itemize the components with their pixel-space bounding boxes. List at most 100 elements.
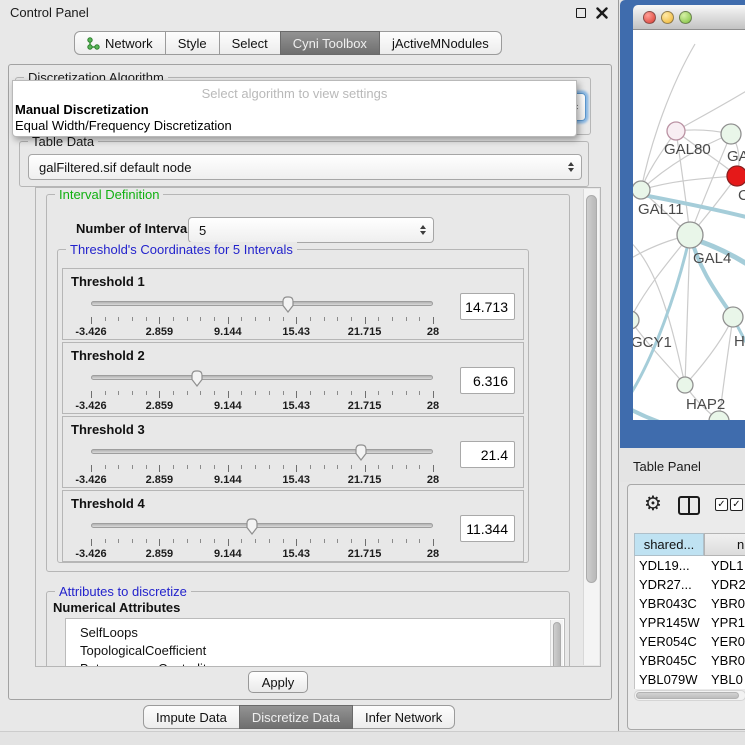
bottom-tab-impute-data[interactable]: Impute Data: [143, 705, 240, 729]
minor-tick: [269, 465, 270, 469]
threshold-slider: -3.4262.8599.14415.4321.71528: [91, 517, 433, 557]
tick-label: 15.43: [282, 474, 310, 486]
network-edge[interactable]: [633, 240, 685, 385]
tab-style[interactable]: Style: [165, 31, 220, 55]
checkbox-icon[interactable]: ✓: [730, 498, 743, 511]
cell-name: YDL1: [711, 558, 744, 573]
numerical-attributes-list[interactable]: SelfLoops TopologicalCoefficient Betweenne…: [65, 618, 565, 667]
minor-tick: [105, 391, 106, 395]
columns-icon[interactable]: [678, 496, 700, 515]
network-node[interactable]: [667, 122, 685, 140]
network-node-label: GCY1: [633, 334, 672, 351]
network-node[interactable]: [633, 311, 639, 329]
major-tick: [228, 539, 229, 546]
minor-tick: [187, 391, 188, 395]
network-window-titlebar[interactable]: [633, 5, 745, 30]
major-tick: [433, 391, 434, 398]
table-row[interactable]: YBR045CYBR0: [635, 651, 745, 670]
major-tick: [365, 465, 366, 472]
number-of-intervals-combobox[interactable]: 5: [188, 217, 434, 243]
minor-tick: [105, 317, 106, 321]
algorithm-option[interactable]: Manual Discretization: [15, 102, 567, 117]
minor-tick: [392, 539, 393, 543]
group-title-attributes: Attributes to discretize: [55, 584, 191, 599]
close-traffic-light-icon[interactable]: [643, 11, 656, 24]
minor-tick: [269, 317, 270, 321]
slider-track[interactable]: [91, 523, 433, 528]
slider-thumb[interactable]: [189, 369, 205, 388]
apply-button[interactable]: Apply: [248, 671, 308, 693]
gear-icon[interactable]: ⚙: [644, 493, 662, 515]
network-node[interactable]: [721, 124, 741, 144]
table-horizontal-scrollbar[interactable]: [634, 690, 745, 701]
threshold-value-field[interactable]: [460, 367, 515, 394]
attribute-list-item[interactable]: BetweennessCentrality: [80, 661, 213, 667]
attributes-list-scrollbar[interactable]: [550, 620, 563, 667]
threshold-value-field[interactable]: [460, 441, 515, 468]
major-tick: [91, 391, 92, 398]
attribute-list-item[interactable]: TopologicalCoefficient: [80, 643, 206, 658]
minor-tick: [173, 391, 174, 395]
network-edge-thick[interactable]: [633, 408, 665, 420]
table-panel-header: Table Panel: [620, 448, 745, 482]
table-row[interactable]: YDR27...YDR2: [635, 575, 745, 594]
network-edge[interactable]: [641, 131, 676, 190]
network-node[interactable]: [677, 222, 703, 248]
network-node[interactable]: [727, 166, 745, 186]
attribute-list-item[interactable]: SelfLoops: [80, 625, 138, 640]
table-row[interactable]: YER054CYER0: [635, 632, 745, 651]
minor-tick: [146, 391, 147, 395]
tick-label: 9.144: [214, 548, 242, 560]
cell-shared-name: YBR045C: [639, 653, 697, 668]
minor-tick: [105, 465, 106, 469]
network-canvas[interactable]: GAL80GACGAL11GAL4GCY1HHAP2: [633, 30, 745, 420]
bottom-tab-discretize-data[interactable]: Discretize Data: [239, 705, 353, 729]
cell-shared-name: YPR145W: [639, 615, 700, 630]
float-window-icon[interactable]: [576, 8, 586, 18]
slider-track[interactable]: [91, 449, 433, 454]
tab-select[interactable]: Select: [219, 31, 281, 55]
major-tick: [159, 391, 160, 398]
network-edge[interactable]: [685, 317, 733, 385]
network-edge[interactable]: [633, 235, 690, 320]
checkbox-icon[interactable]: ✓: [715, 498, 728, 511]
settings-scrollbar[interactable]: [583, 189, 599, 665]
column-header-name[interactable]: n: [704, 533, 745, 556]
slider-thumb[interactable]: [244, 517, 260, 536]
bottom-tab-infer-network[interactable]: Infer Network: [352, 705, 455, 729]
column-header-shared-name[interactable]: shared...: [634, 533, 704, 556]
minimize-traffic-light-icon[interactable]: [661, 11, 674, 24]
tab-cyni-toolbox[interactable]: Cyni Toolbox: [280, 31, 380, 55]
tick-label: 2.859: [146, 548, 174, 560]
minor-tick: [214, 391, 215, 395]
major-tick: [433, 539, 434, 546]
threshold-value-field[interactable]: [460, 515, 515, 542]
table-row[interactable]: YBR043CYBR0: [635, 594, 745, 613]
slider-thumb[interactable]: [353, 443, 369, 462]
tab-network[interactable]: Network: [74, 31, 166, 55]
algorithm-option[interactable]: Equal Width/Frequency Discretization: [15, 118, 567, 133]
number-of-intervals-value: 5: [199, 223, 206, 238]
zoom-traffic-light-icon[interactable]: [679, 11, 692, 24]
table-panel-title: Table Panel: [633, 459, 701, 474]
table-row[interactable]: YBL079WYBL0: [635, 670, 745, 689]
close-icon[interactable]: [596, 7, 608, 19]
table-data-combobox[interactable]: galFiltered.sif default node: [28, 154, 582, 180]
network-node[interactable]: [723, 307, 743, 327]
minor-tick: [324, 465, 325, 469]
network-edge-thick[interactable]: [633, 235, 690, 398]
minor-tick: [118, 391, 119, 395]
network-node[interactable]: [677, 377, 693, 393]
tab-jactivemnodules[interactable]: jActiveMNodules: [379, 31, 502, 55]
threshold-value-field[interactable]: [460, 293, 515, 320]
table-row[interactable]: YPR145W YPR1: [635, 613, 745, 632]
slider-track[interactable]: [91, 301, 433, 306]
minor-tick: [392, 317, 393, 321]
minor-tick: [351, 391, 352, 395]
tick-label: 15.43: [282, 400, 310, 412]
slider-thumb[interactable]: [280, 295, 296, 314]
table-row[interactable]: YDL19...YDL1: [635, 556, 745, 575]
network-node[interactable]: [633, 181, 650, 199]
slider-track[interactable]: [91, 375, 433, 380]
cell-name: YPR1: [711, 615, 745, 630]
